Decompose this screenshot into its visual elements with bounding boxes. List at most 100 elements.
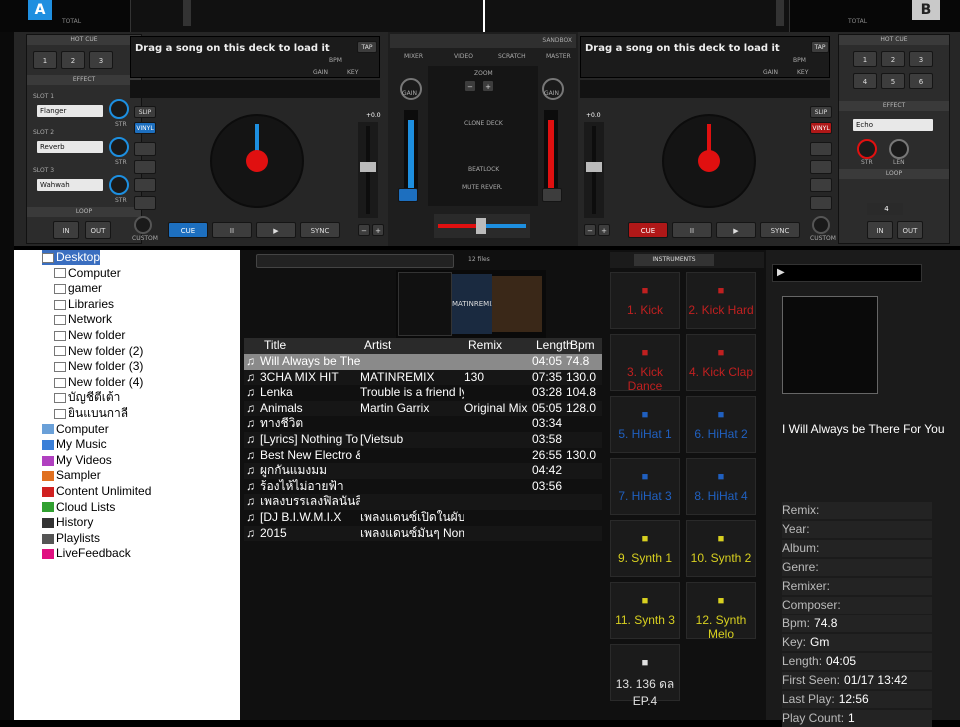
tree-item[interactable]: Playlists [42, 531, 100, 546]
deck-b-side-button-2[interactable] [810, 160, 832, 174]
play-button[interactable]: ▶ [256, 222, 296, 238]
deck-b-play-button[interactable]: ▶ [716, 222, 756, 238]
sampler-pad[interactable]: ■ 8. HiHat 4 [686, 458, 756, 515]
deck-b-len-knob[interactable] [889, 139, 909, 159]
sync-button[interactable]: SYNC [300, 222, 340, 238]
column-header[interactable]: Artist [364, 338, 391, 354]
tree-item[interactable]: History [42, 515, 93, 530]
table-row[interactable]: ♫ [DJ B.I.W.M.I.X เพลงแดนซ์เปิดในผับ 2014 … [244, 510, 602, 526]
vinyl-button[interactable]: VINYL [134, 122, 156, 134]
sampler-pad[interactable]: ■ 11. Synth 3 [610, 582, 680, 639]
tree-item[interactable]: gamer [54, 281, 102, 296]
deck-b-pause-button[interactable]: II [672, 222, 712, 238]
table-row[interactable]: ♫ เพลงบรรเลงฟิลนันสิวมงคล [244, 494, 602, 510]
deck-b-hot-cue-4[interactable]: 4 [853, 73, 877, 89]
sampler-pad[interactable]: ■ 13. 136 ดล EP.4 [610, 644, 680, 708]
tree-item[interactable]: Cloud Lists [42, 500, 115, 515]
tree-item[interactable]: New folder (4) [54, 375, 143, 390]
tree-item[interactable]: Content Unlimited [42, 484, 151, 499]
deck-b-hot-cue-5[interactable]: 5 [881, 73, 905, 89]
table-row[interactable]: ♫ ร้องไห้ไม่อายฟ้า 03:56 [244, 479, 602, 495]
tree-item[interactable]: New folder (3) [54, 359, 143, 374]
headphone-b-button[interactable] [542, 188, 562, 202]
slot-2-select[interactable]: Reverb [37, 141, 103, 153]
tab-mixer[interactable]: MIXER [404, 53, 423, 60]
hot-cue-2-button[interactable]: 2 [61, 51, 85, 69]
deck-a-platter[interactable] [210, 114, 304, 208]
preview-play-icon[interactable]: ▶ [777, 267, 785, 278]
sampler-pad[interactable]: ■ 5. HiHat 1 [610, 396, 680, 453]
deck-b-side-button-1[interactable] [810, 142, 832, 156]
deck-b-hot-cue-3[interactable]: 3 [909, 51, 933, 67]
zoom-plus-button[interactable]: + [482, 80, 494, 92]
column-header[interactable]: Title [264, 338, 286, 354]
deck-b-loop-length[interactable]: 4 [867, 203, 903, 215]
sampler-pad[interactable]: ■ 1. Kick [610, 272, 680, 329]
deck-a-tap-button[interactable]: TAP [357, 41, 377, 53]
loop-out-button[interactable]: OUT [85, 221, 111, 239]
search-input[interactable] [256, 254, 454, 268]
deck-b-loop-out-button[interactable]: OUT [897, 221, 923, 239]
deck-a-letter[interactable]: A [28, 0, 52, 20]
pitch-plus-button[interactable]: + [372, 224, 384, 236]
sampler-pad[interactable]: ■ 4. Kick Clap [686, 334, 756, 391]
table-row[interactable]: ♫ Animals Martin Garrix Original Mix 05:05 12… [244, 400, 602, 417]
table-row[interactable]: ♫ 2015 เพลงแดนซ์มันๆ NonStop 2014 [244, 525, 602, 542]
tab-master[interactable]: MASTER [546, 53, 571, 60]
column-header[interactable]: Bpm [570, 338, 595, 354]
sampler-pad[interactable]: ■ 12. Synth Melo [686, 582, 756, 641]
preview-player[interactable]: ▶ [772, 264, 922, 282]
sampler-pad[interactable]: ■ 2. Kick Hard [686, 272, 756, 329]
hot-cue-1-button[interactable]: 1 [33, 51, 57, 69]
deck-b-pitch-plus-button[interactable]: + [598, 224, 610, 236]
deck-b-slip-button[interactable]: SLIP [810, 106, 832, 118]
deck-b-hot-cue-6[interactable]: 6 [909, 73, 933, 89]
deck-a-side-button-2[interactable] [134, 160, 156, 174]
tab-scratch[interactable]: SCRATCH [498, 53, 526, 60]
slot-3-knob[interactable] [109, 175, 129, 195]
tree-item[interactable]: Network [54, 312, 112, 327]
volume-fader-b[interactable] [544, 110, 558, 190]
tree-item[interactable]: New folder [54, 328, 125, 343]
slot-1-knob[interactable] [109, 99, 129, 119]
deck-b-platter[interactable] [662, 114, 756, 208]
table-row[interactable]: ♫ Lenka Trouble is a friend lyrics 03:28104… [244, 385, 602, 401]
deck-b-custom-knob[interactable] [812, 216, 830, 234]
table-row[interactable]: ♫ [Lyrics] Nothing To Lose - ...[Vietsub 0… [244, 432, 602, 448]
deck-b-tap-button[interactable]: TAP [811, 41, 829, 53]
deck-b-side-button-4[interactable] [810, 196, 832, 210]
deck-b-sync-button[interactable]: SYNC [760, 222, 800, 238]
deck-b-cue-button[interactable]: CUE [628, 222, 668, 238]
deck-a-pitch-slider[interactable] [358, 122, 378, 218]
table-row[interactable]: ♫ Best New Electro & Danc... 26:55130.0 [244, 448, 602, 464]
cue-button[interactable]: CUE [168, 222, 208, 238]
deck-a-waveform[interactable] [130, 80, 380, 98]
slot-3-select[interactable]: Wahwah [37, 179, 103, 191]
deck-b-pitch-slider[interactable] [584, 122, 604, 218]
table-row[interactable]: ♫ ผูกกันแมงมม 04:42 [244, 463, 602, 479]
hot-cue-3-button[interactable]: 3 [89, 51, 113, 69]
custom-knob[interactable] [134, 216, 152, 234]
sampler-pad[interactable]: ■ 10. Synth 2 [686, 520, 756, 577]
sampler-pad[interactable]: ■ 7. HiHat 3 [610, 458, 680, 515]
deck-b-loop-in-button[interactable]: IN [867, 221, 893, 239]
loop-in-button[interactable]: IN [53, 221, 79, 239]
deck-a-side-button-3[interactable] [134, 178, 156, 192]
table-row[interactable]: ♫ 3CHA MIX HIT MATINREMIX 130 07:35 130.0 [244, 369, 602, 386]
column-header[interactable]: Length [536, 338, 573, 354]
deck-b-waveform[interactable] [580, 80, 830, 98]
deck-b-side-button-3[interactable] [810, 178, 832, 192]
slip-button[interactable]: SLIP [134, 106, 156, 118]
sampler-pad[interactable]: ■ 6. HiHat 2 [686, 396, 756, 453]
sampler-pad[interactable]: ■ 3. Kick Dance [610, 334, 680, 393]
deck-b-letter[interactable]: B [912, 0, 940, 20]
table-row[interactable]: ♫ Will Always be There For You 04:0574.8 [244, 354, 602, 370]
headphone-a-button[interactable] [398, 188, 418, 202]
volume-fader-a[interactable] [404, 110, 418, 190]
tree-item[interactable]: Desktop [42, 250, 101, 265]
crossfader[interactable] [434, 214, 530, 238]
column-header[interactable]: Remix [468, 338, 502, 354]
sandbox-button[interactable]: SANDBOX [542, 37, 572, 44]
zoom-minus-button[interactable]: − [464, 80, 476, 92]
slot-2-knob[interactable] [109, 137, 129, 157]
